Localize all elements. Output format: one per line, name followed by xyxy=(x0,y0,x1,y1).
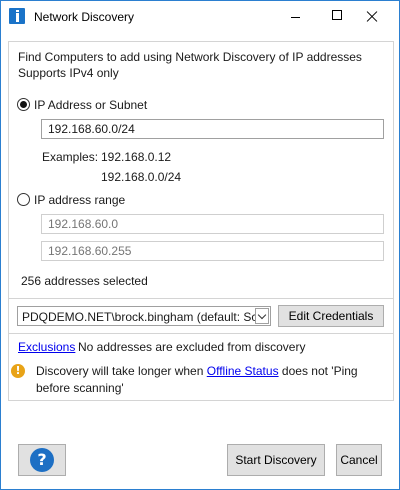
notice-text-after: does not 'Ping xyxy=(281,364,358,378)
ip-range-start-input[interactable] xyxy=(41,214,384,234)
ip-subnet-radio[interactable] xyxy=(17,98,30,111)
network-discovery-window: Network Discovery Find Computers to add … xyxy=(0,0,400,490)
chevron-down-icon[interactable] xyxy=(255,308,269,324)
close-button[interactable] xyxy=(357,1,387,32)
maximize-button[interactable] xyxy=(322,1,352,32)
notice-line2: before scanning' xyxy=(36,381,124,395)
info-icon: ! xyxy=(11,364,25,378)
intro-text-line1: Find Computers to add using Network Disc… xyxy=(18,50,362,64)
help-icon: ? xyxy=(30,448,54,472)
intro-text-line2: Supports IPv4 only xyxy=(18,66,119,80)
notice-line1: Discovery will take longer when Offline … xyxy=(36,364,358,378)
example-single-ip: 192.168.0.12 xyxy=(101,150,172,164)
network-discovery-app-icon xyxy=(9,8,25,24)
notice-text-before: Discovery will take longer when xyxy=(36,364,204,378)
examples-label: Examples: xyxy=(42,150,99,164)
title-bar: Network Discovery xyxy=(1,1,399,32)
credentials-selected-value: PDQDEMO.NET\brock.bingham (default: Sc xyxy=(22,310,258,324)
minimize-button[interactable] xyxy=(280,1,310,32)
addresses-selected-count: 256 addresses selected xyxy=(21,274,148,288)
cancel-button[interactable]: Cancel xyxy=(336,444,382,476)
ip-range-end-input[interactable] xyxy=(41,241,384,261)
example-subnet: 192.168.0.0/24 xyxy=(101,170,182,184)
help-button[interactable]: ? xyxy=(18,444,66,476)
start-discovery-button[interactable]: Start Discovery xyxy=(227,444,325,476)
ip-range-label[interactable]: IP address range xyxy=(34,193,125,207)
offline-status-link[interactable]: Offline Status xyxy=(207,364,279,378)
discovery-panel: Find Computers to add using Network Disc… xyxy=(8,41,394,401)
exclusions-link[interactable]: Exclusions xyxy=(18,340,75,354)
divider xyxy=(9,333,393,334)
window-title: Network Discovery xyxy=(34,10,135,24)
divider xyxy=(9,298,393,299)
exclusions-status: No addresses are excluded from discovery xyxy=(78,340,306,354)
ip-subnet-input[interactable] xyxy=(41,119,384,139)
edit-credentials-button[interactable]: Edit Credentials xyxy=(278,305,384,327)
ip-subnet-label[interactable]: IP Address or Subnet xyxy=(34,98,147,112)
credentials-dropdown[interactable]: PDQDEMO.NET\brock.bingham (default: Sc xyxy=(17,306,271,326)
ip-range-radio[interactable] xyxy=(17,193,30,206)
